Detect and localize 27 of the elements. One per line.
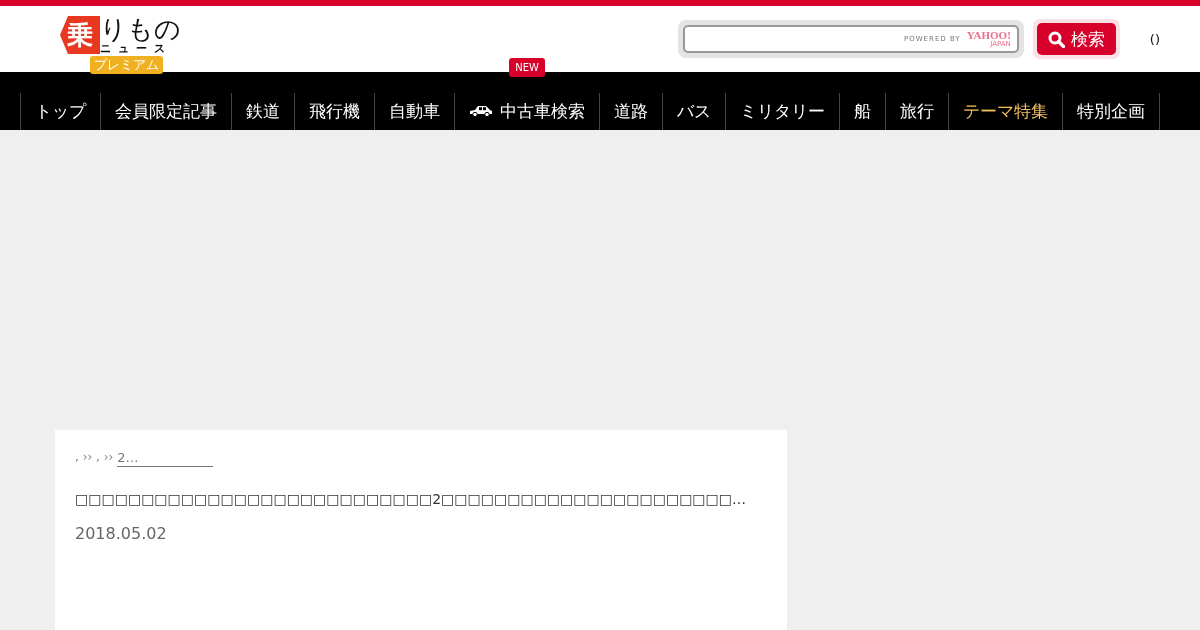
nav-tab[interactable]: 自動車 [375, 93, 454, 130]
logo-text[interactable]: りもの [100, 16, 181, 42]
nav-tab[interactable]: 鉄道 [232, 93, 294, 130]
nav-tab[interactable]: 道路 [600, 93, 662, 130]
search-button[interactable]: 検索 [1036, 23, 1116, 55]
nav-tab[interactable]: 船 [840, 93, 885, 130]
nav-tab[interactable]: バス [663, 93, 725, 130]
user-link[interactable]: () [1149, 31, 1160, 47]
premium-badge: プレミアム [90, 56, 163, 75]
nav-tab[interactable]: 飛行機 [295, 93, 374, 130]
nav-tab[interactable]: 特別企画 [1063, 93, 1159, 130]
article-date: 2018.05.02 [75, 523, 168, 543]
new-badge: NEW [509, 58, 545, 77]
breadcrumb-link[interactable]: 2… [117, 450, 213, 467]
nav-tab[interactable]: ミリタリー [726, 93, 839, 130]
nav-tab[interactable]: 中古車検索 [455, 93, 599, 130]
search-icon [1047, 30, 1065, 48]
provider-logo-text: YAHOO! [966, 30, 1011, 41]
logo-subtext: ニュース [100, 43, 173, 54]
article-title: □□□□□□□□□□□□□□□□□□□□□□□□□□□2□□□□□□□□□□□□□□□□□□□□□□… [75, 489, 747, 509]
nav-tab[interactable]: 会員限定記事 [101, 93, 231, 130]
nav-tab[interactable]: 旅行 [886, 93, 948, 130]
nav-tab[interactable]: テーマ特集 [949, 93, 1062, 130]
breadcrumb-text: , ›› , ›› [75, 450, 114, 466]
nav-tab[interactable]: トップ [21, 93, 100, 130]
logo-mark[interactable]: 乗 [60, 16, 100, 54]
car-icon [469, 104, 493, 117]
